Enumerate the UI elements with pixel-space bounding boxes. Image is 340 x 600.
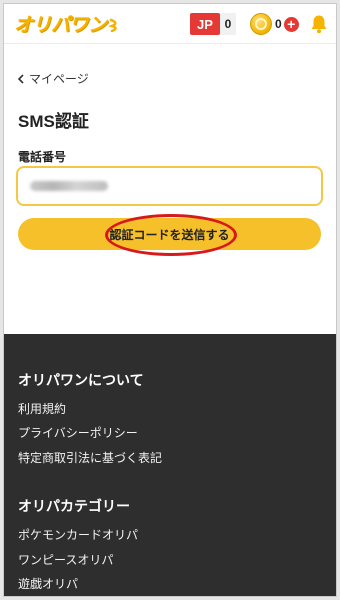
blurred-phone-value [30, 181, 108, 191]
coin-icon [250, 13, 272, 35]
app-frame: オリパワン JP 0 0 + マイページ SMS認証 電話番号 認証コードを送信… [3, 3, 337, 597]
footer-heading-about: オリパワンについて [18, 372, 144, 388]
footer-link-commerce-law[interactable]: 特定商取引法に基づく表記 [18, 449, 162, 466]
phone-label: 電話番号 [18, 150, 67, 164]
footer-link-yugioh[interactable]: 遊戯オリパ [18, 575, 78, 592]
top-header: オリパワン JP 0 0 + [4, 4, 336, 44]
footer: オリパワンについて 利用規約 プライバシーポリシー 特定商取引法に基づく表記 オ… [4, 334, 336, 596]
jp-badge: JP [190, 13, 220, 35]
footer-link-privacy[interactable]: プライバシーポリシー [18, 424, 138, 441]
chevron-left-icon [17, 73, 24, 84]
coin-balance[interactable]: 0 + [250, 13, 299, 35]
logo-text: オリパワン [14, 14, 107, 36]
send-code-button[interactable]: 認証コードを送信する [18, 218, 321, 250]
footer-link-onepiece[interactable]: ワンピースオリパ [18, 551, 113, 568]
breadcrumb[interactable]: マイページ [17, 70, 89, 87]
site-logo[interactable]: オリパワン [14, 10, 122, 37]
plus-icon[interactable]: + [283, 16, 299, 32]
footer-link-pokemon[interactable]: ポケモンカードオリパ [18, 526, 138, 543]
footer-link-terms[interactable]: 利用規約 [18, 400, 66, 417]
logo-mark-icon [107, 18, 117, 33]
phone-number-field[interactable] [16, 166, 323, 206]
coin-count: 0 [275, 17, 282, 31]
jp-count: 0 [220, 13, 236, 35]
breadcrumb-mypage: マイページ [29, 72, 89, 86]
page-title: SMS認証 [18, 112, 89, 131]
jp-points[interactable]: JP 0 [190, 13, 236, 35]
bell-icon[interactable] [310, 14, 328, 34]
footer-heading-category: オリパカテゴリー [18, 498, 130, 514]
